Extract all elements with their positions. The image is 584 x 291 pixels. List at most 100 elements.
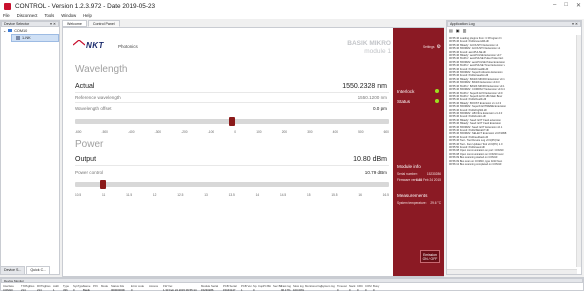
tick-label: 12 — [152, 193, 157, 197]
temperature-value: 29.6 °C — [430, 201, 441, 205]
tick-label: 200 — [281, 130, 288, 134]
module-status-panel: Settings ⚙ Interlock Status Module info … — [393, 28, 444, 276]
menu-window[interactable]: Window — [61, 13, 76, 18]
tick-label: 16 — [358, 193, 362, 197]
window-title: CONTROL - Version 1.2.3.972 - Date 2019-… — [15, 2, 156, 10]
tab-device-selector[interactable]: Device S... — [0, 266, 26, 275]
device-icon — [16, 36, 20, 40]
port-icon — [8, 29, 13, 32]
log-toolbar: ▤ ▣ ▥ — [447, 27, 581, 34]
menu-file[interactable]: File — [3, 13, 10, 18]
power-control-value[interactable]: 10.79 dBm — [263, 170, 387, 175]
log-vertical-scrollbar[interactable] — [576, 35, 581, 267]
output-power-value: 10.80 dBm — [353, 156, 387, 163]
status-led — [435, 99, 439, 103]
tick-label: 16.5 — [382, 193, 389, 197]
device-selector-tabs: Device S... Quick C... — [0, 266, 60, 275]
log-text: 00:55:46 Loading plugins from: C:\Progra… — [449, 37, 577, 263]
save-log-icon[interactable]: ▣ — [456, 28, 460, 33]
tick-label: 15 — [306, 193, 311, 197]
power-slider-thumb[interactable] — [100, 180, 107, 189]
menu-bar: File Disconnect Tools Window Help — [0, 12, 584, 19]
nkt-logo-mark — [72, 39, 86, 46]
interlock-led — [435, 89, 439, 93]
tree-port-label: COM10 — [14, 28, 28, 33]
window-controls: – □ ✕ — [553, 2, 581, 9]
maximize-icon[interactable]: □ — [564, 2, 568, 9]
divider — [75, 92, 389, 93]
output-label: Output — [75, 156, 97, 163]
emission-toggle-button[interactable]: Emission ON / OFF — [420, 250, 440, 263]
tick-label: 100 — [256, 130, 262, 134]
divider — [75, 102, 389, 103]
filter-log-icon[interactable]: ▥ — [463, 28, 467, 33]
tick-label: -500 — [101, 130, 108, 134]
serial-value: 15230286 — [426, 172, 441, 176]
tick-label: 13.5 — [228, 193, 235, 197]
emission-state-label: ON / OFF — [422, 256, 438, 261]
tab-welcome[interactable]: Welcome — [62, 20, 87, 27]
power-slider[interactable] — [75, 182, 389, 187]
photonics-label: Photonics — [118, 44, 138, 49]
tick-label: 400 — [332, 130, 338, 134]
application-log-panel: Application Log ▾ ✕ ▤ ▣ ▥ 00:55:46 Loadi… — [446, 20, 582, 275]
device-monitor-header: Device Monitor — [1, 278, 583, 283]
offset-value[interactable]: 0.0 pm — [263, 106, 387, 111]
settings-label: Settings — [422, 45, 435, 49]
app-icon — [4, 2, 11, 10]
menu-help[interactable]: Help — [83, 13, 92, 18]
device-selector-panel: Device Selector ▾ ✕ ⌄ COM10 1-NK — [0, 20, 60, 275]
control-panel: NKT Photonics BASIK MIKRO module 1 Wavel… — [62, 27, 444, 277]
control-left-area: NKT Photonics BASIK MIKRO module 1 Wavel… — [63, 28, 393, 276]
tab-quick-connect[interactable]: Quick C... — [26, 266, 51, 275]
module-number: module 1 — [364, 48, 391, 55]
offset-slider-thumb[interactable] — [229, 117, 235, 126]
tree-device-label: 1-NK — [22, 36, 31, 40]
offset-label: Wavelength offset — [75, 106, 112, 111]
tab-control-panel[interactable]: Control Panel — [87, 20, 120, 27]
tick-label: -200 — [181, 130, 188, 134]
tick-label: -400 — [128, 130, 135, 134]
clear-log-icon[interactable]: ▤ — [449, 28, 453, 33]
log-line: 00:56:12 Bus scanning completed on COM10 — [449, 163, 502, 167]
power-control-label: Power control — [75, 170, 104, 175]
gear-icon: ⚙ — [436, 44, 441, 50]
module-info-heading: Module info — [397, 164, 421, 169]
module-name: BASIK MIKRO — [347, 40, 391, 47]
reference-wavelength-value: 1550.1200 nm — [357, 95, 387, 100]
close-icon[interactable]: ✕ — [576, 2, 581, 9]
wavelength-heading: Wavelength — [75, 64, 128, 75]
offset-tick-labels: -600 -500 -400 -300 -200 -100 0 100 200 … — [75, 130, 389, 134]
divider — [75, 165, 389, 166]
tick-label: 13 — [204, 193, 208, 197]
tick-label: 15.5 — [331, 193, 338, 197]
tick-label: -600 — [75, 130, 82, 134]
title-bar: CONTROL - Version 1.2.3.972 - Date 2019-… — [0, 0, 584, 12]
tick-label: 12.5 — [177, 193, 184, 197]
tick-label: 11.5 — [126, 193, 133, 197]
serial-label: Serial number: — [397, 172, 418, 176]
actual-wavelength-value: 1550.2328 nm — [342, 83, 387, 90]
menu-disconnect[interactable]: Disconnect — [17, 13, 38, 18]
measurements-heading: Measurements — [397, 193, 428, 198]
nkt-logo-text: NKT — [86, 41, 104, 50]
reference-label: Reference wavelength — [75, 95, 121, 100]
tick-label: -300 — [154, 130, 162, 134]
settings-button[interactable]: Settings ⚙ — [395, 44, 441, 50]
firmware-value: 1.33 Feb 24 2015 — [416, 178, 441, 182]
tree-port-item[interactable]: ⌄ COM10 — [1, 27, 59, 34]
main-tabstrip: Welcome Control Panel — [62, 20, 444, 27]
tick-label: 14.5 — [279, 193, 287, 197]
tick-label: 11 — [102, 193, 106, 197]
pin-icon[interactable]: ▾ ✕ — [572, 22, 578, 26]
tick-label: 500 — [358, 130, 364, 134]
tree-device-item[interactable]: 1-NK — [11, 34, 59, 42]
minimize-icon[interactable]: – — [553, 2, 556, 9]
menu-tools[interactable]: Tools — [44, 13, 54, 18]
actual-label: Actual — [75, 83, 95, 90]
tick-label: -100 — [207, 130, 215, 134]
status-label: Status — [397, 99, 411, 104]
chevron-down-icon[interactable]: ⌄ — [3, 28, 6, 33]
log-horizontal-scrollbar[interactable] — [447, 269, 577, 274]
pin-icon[interactable]: ▾ ✕ — [50, 22, 56, 26]
